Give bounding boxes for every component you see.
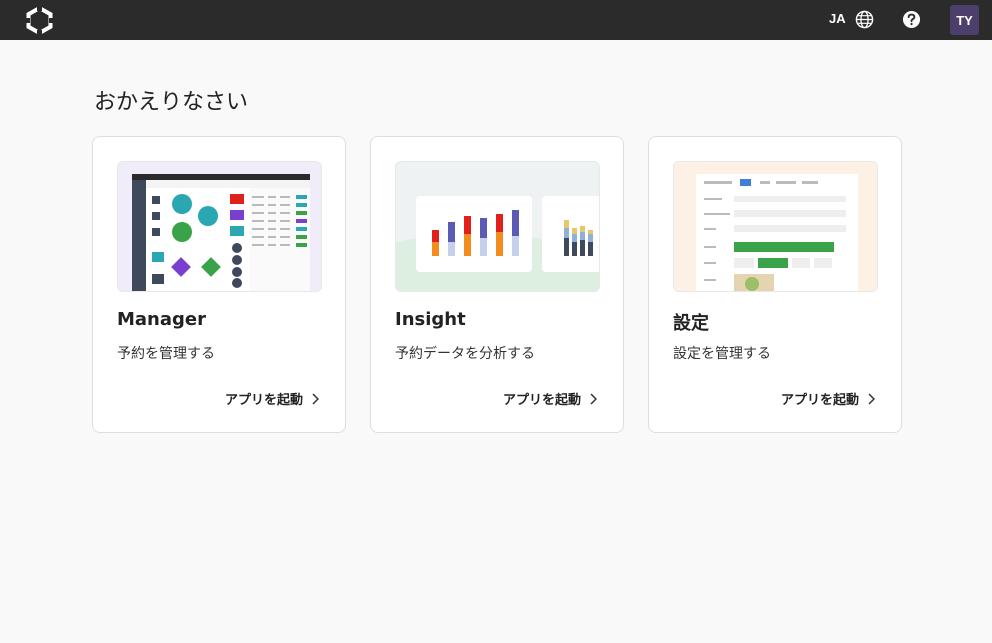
- insight-preview-image: [395, 161, 600, 292]
- launch-label: アプリを起動: [224, 393, 303, 408]
- user-avatar[interactable]: TY: [950, 5, 979, 35]
- app-card-insight[interactable]: Insight 予約データを分析する アプリを起動: [370, 136, 624, 433]
- globe-icon[interactable]: [855, 10, 874, 29]
- card-title: 設定: [673, 313, 709, 334]
- card-title: Insight: [395, 309, 466, 330]
- launch-app-button[interactable]: アプリを起動: [503, 389, 597, 408]
- card-description: 設定を管理する: [673, 346, 771, 362]
- app-card-manager[interactable]: Manager 予約を管理する アプリを起動: [92, 136, 346, 433]
- card-description: 予約データを分析する: [395, 346, 535, 362]
- chevron-right-icon: [312, 392, 319, 405]
- hexagon-logo-icon[interactable]: [26, 7, 53, 34]
- chevron-right-icon: [590, 392, 597, 405]
- page-title: おかえりなさい: [94, 90, 249, 115]
- card-title: Manager: [117, 309, 206, 330]
- launch-label: アプリを起動: [780, 393, 859, 408]
- top-bar: JA TY: [0, 0, 992, 40]
- language-label[interactable]: JA: [829, 11, 846, 26]
- help-icon[interactable]: [902, 10, 921, 29]
- manager-preview-image: [117, 161, 322, 292]
- card-description: 予約を管理する: [117, 346, 215, 362]
- chevron-right-icon: [868, 392, 875, 405]
- app-card-settings[interactable]: 設定 設定を管理する アプリを起動: [648, 136, 902, 433]
- launch-app-button[interactable]: アプリを起動: [781, 389, 875, 408]
- launch-app-button[interactable]: アプリを起動: [225, 389, 319, 408]
- launch-label: アプリを起動: [502, 393, 581, 408]
- settings-preview-image: [673, 161, 878, 292]
- main-content: おかえりなさい Manager 予約を管理する アプリを起動 Insight 予…: [2, 40, 992, 643]
- avatar-initials: TY: [956, 12, 973, 28]
